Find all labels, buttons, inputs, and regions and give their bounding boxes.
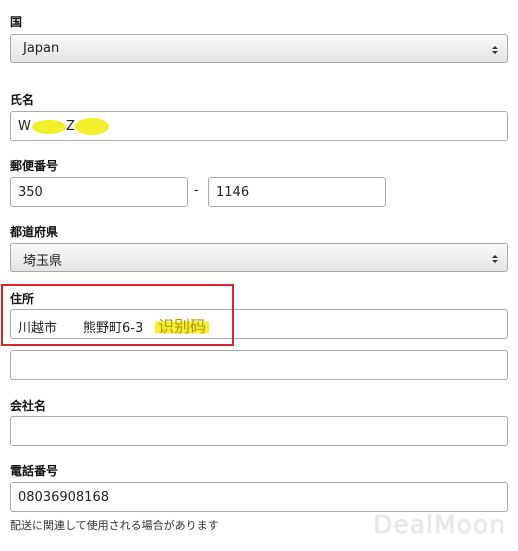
name-label: 氏名 (10, 93, 35, 107)
highlight-box (1, 284, 234, 346)
select-arrows-icon (492, 46, 498, 54)
postal-code-part2-value: 1146 (216, 185, 250, 200)
postal-code-separator: - (194, 183, 199, 198)
postal-code-part1-value: 350 (18, 185, 43, 200)
phone-label: 電話番号 (10, 464, 59, 478)
company-input[interactable] (10, 416, 508, 446)
country-label: 国 (10, 15, 23, 29)
company-label: 会社名 (10, 399, 47, 413)
phone-input[interactable]: 08036908168 (10, 482, 508, 512)
phone-value: 08036908168 (18, 490, 109, 505)
watermark-logo: DealMoon (373, 510, 506, 539)
country-select-value: Japan (23, 41, 60, 56)
postal-code-label: 郵便番号 (10, 159, 59, 173)
name-input[interactable]: W Z (10, 111, 508, 141)
address-line2-input[interactable] (10, 350, 508, 380)
prefecture-label: 都道府県 (10, 225, 59, 239)
select-arrows-icon (492, 255, 498, 263)
name-second-initial: Z (66, 119, 75, 134)
name-first-initial: W (18, 119, 31, 134)
redaction-mark (75, 118, 109, 135)
country-select[interactable]: Japan (10, 34, 508, 63)
redaction-mark (32, 120, 66, 134)
postal-code-input-2[interactable]: 1146 (208, 177, 386, 207)
prefecture-select-value: 埼玉県 (23, 254, 63, 269)
phone-note: 配送に関連して使用される場合があります (10, 519, 219, 532)
prefecture-select[interactable]: 埼玉県 (10, 243, 508, 272)
postal-code-input-1[interactable]: 350 (10, 177, 188, 207)
